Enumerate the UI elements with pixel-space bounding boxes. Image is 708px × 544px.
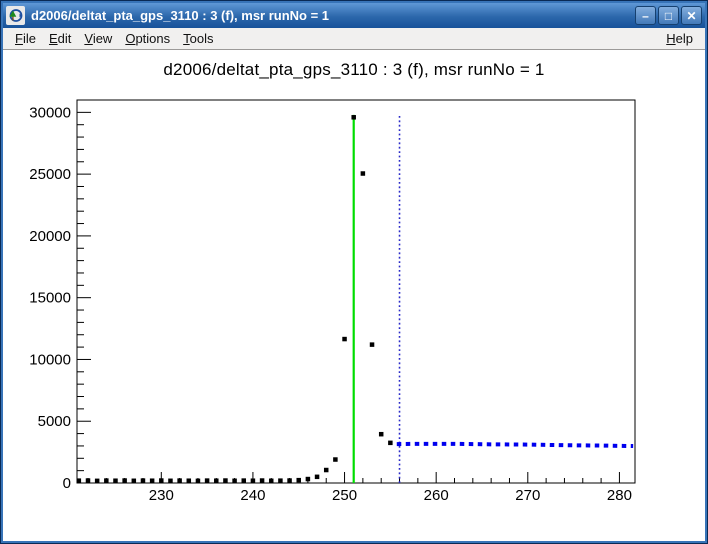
svg-text:260: 260: [424, 487, 449, 504]
menu-view[interactable]: View: [82, 30, 114, 47]
root-app-icon[interactable]: [6, 6, 25, 25]
menu-bar: File Edit View Options Tools Help: [3, 28, 705, 50]
close-button[interactable]: ✕: [681, 6, 702, 25]
histogram-plot: 230 240 250 260 270 280 0 5000 10000 15000 20000 25…: [3, 50, 705, 541]
svg-text:240: 240: [240, 487, 265, 504]
svg-text:15000: 15000: [29, 290, 71, 307]
root-logo-icon: [8, 8, 23, 23]
menu-items: File Edit View Options Tools: [13, 30, 216, 47]
svg-text:10000: 10000: [29, 351, 71, 368]
svg-text:25000: 25000: [29, 166, 71, 183]
titlebar[interactable]: d2006/deltat_pta_gps_3110 : 3 (f), msr r…: [3, 3, 705, 28]
plot-canvas[interactable]: d2006/deltat_pta_gps_3110 : 3 (f), msr r…: [3, 50, 705, 541]
svg-text:0: 0: [63, 475, 71, 492]
menu-tools[interactable]: Tools: [181, 30, 215, 47]
svg-text:250: 250: [332, 487, 357, 504]
window-controls: – □ ✕: [635, 6, 702, 25]
svg-text:30000: 30000: [29, 104, 71, 121]
svg-text:20000: 20000: [29, 228, 71, 245]
menu-help[interactable]: Help: [664, 30, 695, 47]
maximize-button[interactable]: □: [658, 6, 679, 25]
root-canvas-window: d2006/deltat_pta_gps_3110 : 3 (f), msr r…: [0, 0, 708, 544]
menu-edit[interactable]: Edit: [47, 30, 73, 47]
menu-options[interactable]: Options: [123, 30, 172, 47]
svg-text:5000: 5000: [38, 413, 71, 430]
svg-text:270: 270: [515, 487, 540, 504]
svg-text:230: 230: [149, 487, 174, 504]
window-title: d2006/deltat_pta_gps_3110 : 3 (f), msr r…: [31, 8, 329, 23]
svg-text:280: 280: [607, 487, 632, 504]
minimize-button[interactable]: –: [635, 6, 656, 25]
menu-file[interactable]: File: [13, 30, 38, 47]
